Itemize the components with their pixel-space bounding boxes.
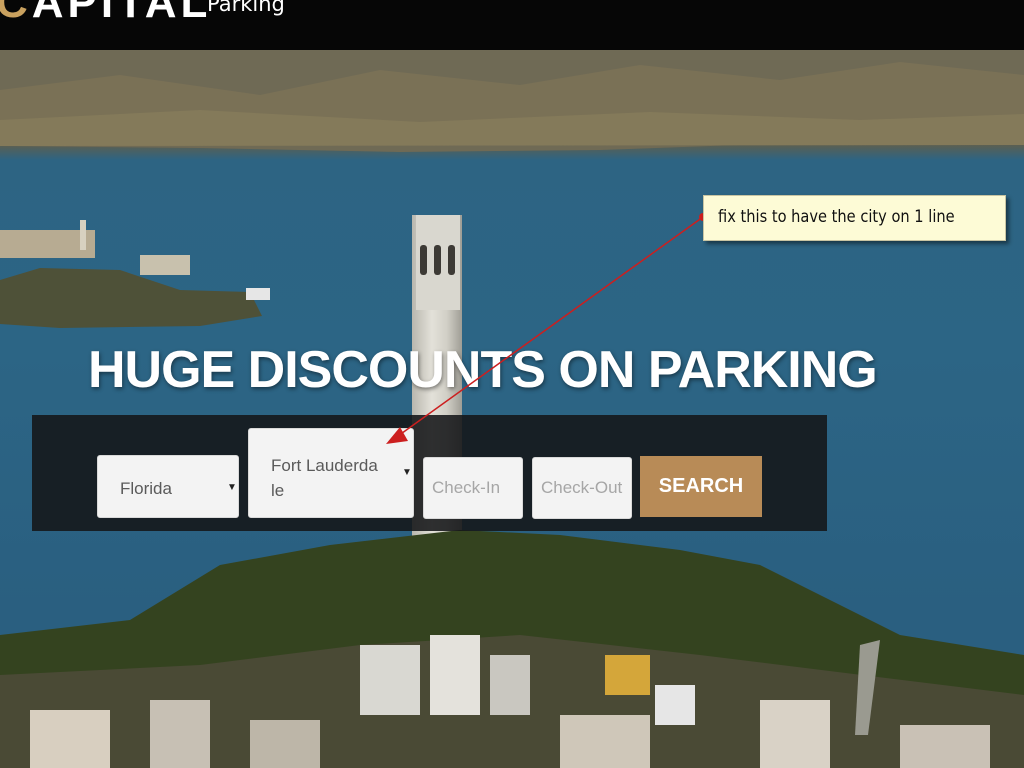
state-select[interactable]: Florida ▼ [97, 455, 239, 518]
check-in-input[interactable] [423, 457, 523, 519]
city-select-value: Fort Lauderdale [271, 456, 378, 500]
logo-subtitle: Parking [207, 0, 285, 16]
caret-down-icon: ▼ [227, 482, 237, 493]
check-out-input[interactable] [532, 457, 632, 519]
hero-background-image [0, 50, 1024, 768]
annotation-text: fix this to have the city on 1 line [718, 207, 955, 227]
annotation-note: fix this to have the city on 1 line [703, 195, 1006, 241]
search-button[interactable]: SEARCH [640, 456, 762, 517]
site-header: CAPITAL Parking [0, 0, 1024, 50]
state-select-value: Florida [120, 479, 172, 498]
caret-down-icon: ▼ [402, 467, 412, 478]
tower-windows-illustration [416, 215, 460, 310]
site-logo[interactable]: CAPITAL [0, 0, 211, 28]
city-hill-illustration [0, 530, 1024, 768]
city-select[interactable]: Fort Lauderdale ▼ [248, 428, 414, 518]
island-illustration [0, 220, 270, 328]
hero-headline: HUGE DISCOUNTS ON PARKING [88, 341, 878, 399]
mountains-illustration [0, 50, 1024, 152]
